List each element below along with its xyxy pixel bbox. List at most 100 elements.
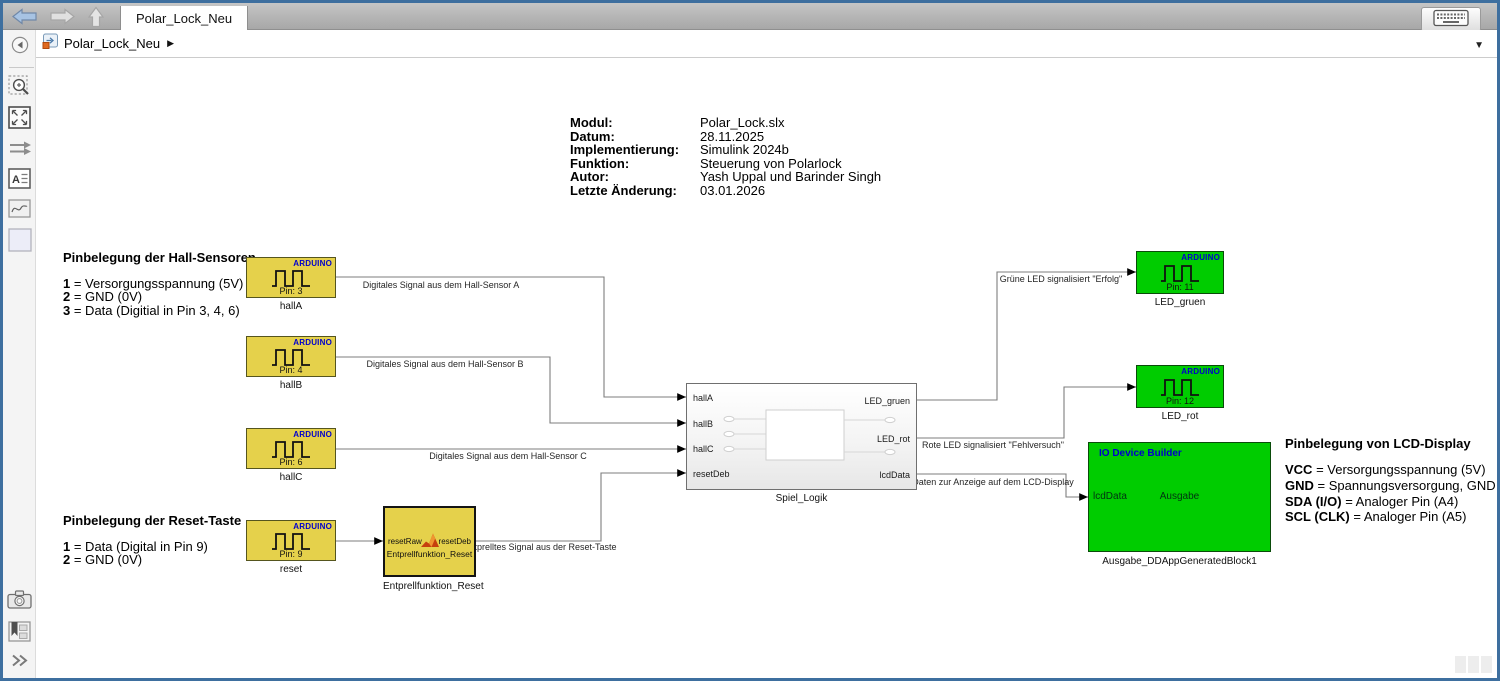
info-row: Letzte Änderung:03.01.2026: [570, 184, 881, 198]
model-info-annotation[interactable]: Modul:Polar_Lock.slx Datum:28.11.2025 Im…: [570, 116, 881, 198]
arduino-brand-label: ARDUINO: [293, 522, 332, 531]
block-name-hallB[interactable]: hallB: [246, 380, 336, 391]
info-value: Steuerung von Polarlock: [700, 157, 842, 171]
block-name-spiel-logik[interactable]: Spiel_Logik: [686, 493, 917, 504]
model-tab[interactable]: Polar_Lock_Neu: [120, 6, 248, 33]
info-value: Simulink 2024b: [700, 143, 789, 157]
pin-label: Pin: 12: [1137, 396, 1223, 406]
signal-label-lcd[interactable]: Daten zur Anzeige auf dem LCD-Display: [912, 477, 1074, 487]
block-spiel-logik[interactable]: hallA hallB hallC resetDeb LED_gruen LED…: [686, 383, 917, 490]
annotation-line: VCC = Versorgungsspannung (5V): [1285, 462, 1496, 478]
expand-toolstrip-icon: [10, 653, 29, 673]
expand-toolstrip-button[interactable]: [3, 653, 36, 673]
signal-label-hallB[interactable]: Digitales Signal aus dem Hall-Sensor B: [366, 359, 523, 369]
block-reset[interactable]: ARDUINO Pin: 9: [246, 520, 336, 561]
keyboard-icon: [1433, 8, 1469, 32]
block-ausgabe[interactable]: IO Device Builder lcdData Ausgabe: [1088, 442, 1271, 552]
block-led-gruen[interactable]: ARDUINO Pin: 11: [1136, 251, 1224, 294]
up-arrow-icon: [87, 16, 105, 31]
fit-to-view-button[interactable]: [3, 106, 36, 134]
signal-label-led-rot[interactable]: Rote LED signalisiert "Fehlversuch": [922, 440, 1064, 450]
zoom-icon: [8, 75, 31, 103]
info-value: 28.11.2025: [700, 130, 764, 144]
port-label-resetRaw: resetRaw: [388, 537, 422, 546]
auto-arrange-button[interactable]: [3, 140, 36, 162]
signal-label-reset[interactable]: Entprelltes Signal aus der Reset-Taste: [463, 542, 616, 552]
arduino-brand-label: ARDUINO: [1181, 367, 1220, 376]
block-name-reset[interactable]: reset: [246, 564, 336, 575]
outport-led-rot: LED_rot: [877, 434, 910, 444]
forward-button[interactable]: [49, 8, 75, 26]
annotation-button[interactable]: A: [3, 168, 36, 194]
info-value: Yash Uppal und Barinder Singh: [700, 170, 881, 184]
annotation-line: 1 = Data (Digital in Pin 9): [63, 540, 241, 553]
block-name-hallC[interactable]: hallC: [246, 472, 336, 483]
screenshot-button[interactable]: [3, 590, 36, 614]
zoom-button[interactable]: [3, 75, 36, 103]
wire-led-gruen[interactable]: [917, 272, 1136, 400]
info-label: Modul:: [570, 116, 700, 130]
pin-label: Pin: 9: [247, 549, 335, 559]
block-name-hallA[interactable]: hallA: [246, 301, 336, 312]
port-label-resetDeb: resetDeb: [439, 537, 471, 546]
signal-label-led-gruen[interactable]: Grüne LED signalisiert "Erfolg": [1000, 274, 1122, 284]
block-name-ausgabe[interactable]: Ausgabe_DDAppGeneratedBlock1: [1088, 556, 1271, 567]
info-label: Funktion:: [570, 157, 700, 171]
signal-label-hallA[interactable]: Digitales Signal aus dem Hall-Sensor A: [363, 280, 520, 290]
pin-label: Pin: 6: [247, 457, 335, 467]
model-tab-label: Polar_Lock_Neu: [136, 11, 232, 26]
block-inner-label: Entprellfunktion_Reset: [385, 549, 474, 559]
arduino-brand-label: ARDUINO: [1181, 253, 1220, 262]
annotation-title: Pinbelegung von LCD-Display: [1285, 436, 1496, 451]
block-led-rot[interactable]: ARDUINO Pin: 12: [1136, 365, 1224, 408]
viewmarks-button[interactable]: [3, 621, 36, 647]
area-annotation-button[interactable]: [3, 228, 36, 257]
info-label: Autor:: [570, 170, 700, 184]
navigation-toolbar: Polar_Lock_Neu: [3, 3, 1497, 30]
signal-wires: [0, 0, 1500, 681]
annotation-line: 2 = GND (0V): [63, 290, 256, 303]
back-button[interactable]: [11, 8, 37, 26]
annotation-icon: A: [8, 168, 31, 194]
signal-label-hallC[interactable]: Digitales Signal aus dem Hall-Sensor C: [429, 451, 587, 461]
explorer-bar-toggle-icon: [11, 36, 29, 59]
screenshot-icon: [7, 590, 32, 614]
block-entprellfunktion[interactable]: resetRaw resetDeb Entprellfunktion_Reset: [383, 506, 476, 577]
svg-text:A: A: [12, 174, 20, 186]
image-annotation-button[interactable]: [3, 199, 36, 223]
outport-led-gruen: LED_gruen: [864, 396, 910, 406]
up-to-parent-button[interactable]: [83, 6, 109, 29]
block-name-led-rot[interactable]: LED_rot: [1136, 411, 1224, 422]
palette-sidebar: A: [3, 30, 36, 678]
image-annotation-icon: [8, 199, 31, 223]
breadcrumb-expand-icon[interactable]: ▶: [167, 38, 174, 49]
block-name-led-gruen[interactable]: LED_gruen: [1136, 297, 1224, 308]
block-hallC[interactable]: ARDUINO Pin: 6: [246, 428, 336, 469]
wire-hallA[interactable]: [336, 277, 686, 397]
info-label: Implementierung:: [570, 143, 700, 157]
palette-divider: [9, 67, 34, 68]
info-row: Funktion:Steuerung von Polarlock: [570, 157, 881, 171]
pin-label: Pin: 11: [1137, 282, 1223, 292]
explorer-bar-toggle-button[interactable]: [3, 36, 36, 59]
info-label: Datum:: [570, 130, 700, 144]
wire-led-rot[interactable]: [917, 387, 1136, 438]
breadcrumb-title[interactable]: Polar_Lock_Neu: [64, 36, 160, 51]
reset-pinout-annotation[interactable]: Pinbelegung der Reset-Taste 1 = Data (Di…: [63, 513, 241, 567]
hall-pinout-annotation[interactable]: Pinbelegung der Hall-Sensoren 1 = Versor…: [63, 250, 256, 317]
wire-reset-deb[interactable]: [476, 473, 686, 541]
block-hallA[interactable]: ARDUINO Pin: 3: [246, 257, 336, 298]
io-device-builder-label: IO Device Builder: [1099, 448, 1182, 459]
lcd-pinout-annotation[interactable]: Pinbelegung von LCD-Display VCC = Versor…: [1285, 436, 1496, 525]
annotation-line: 2 = GND (0V): [63, 553, 241, 566]
inport-hallC: hallC: [693, 444, 714, 454]
back-arrow-icon: [12, 13, 37, 28]
block-hallB[interactable]: ARDUINO Pin: 4: [246, 336, 336, 377]
info-label: Letzte Änderung:: [570, 184, 700, 198]
inport-resetDeb: resetDeb: [693, 469, 730, 479]
annotation-line: GND = Spannungsversorgung, GND: [1285, 478, 1496, 494]
inport-hallA: hallA: [693, 393, 713, 403]
keyboard-shortcuts-button[interactable]: [1421, 7, 1481, 32]
subsystem-list-dropdown-icon[interactable]: ▼: [1474, 40, 1484, 51]
block-name-entprellfunktion[interactable]: Entprellfunktion_Reset: [383, 581, 476, 592]
